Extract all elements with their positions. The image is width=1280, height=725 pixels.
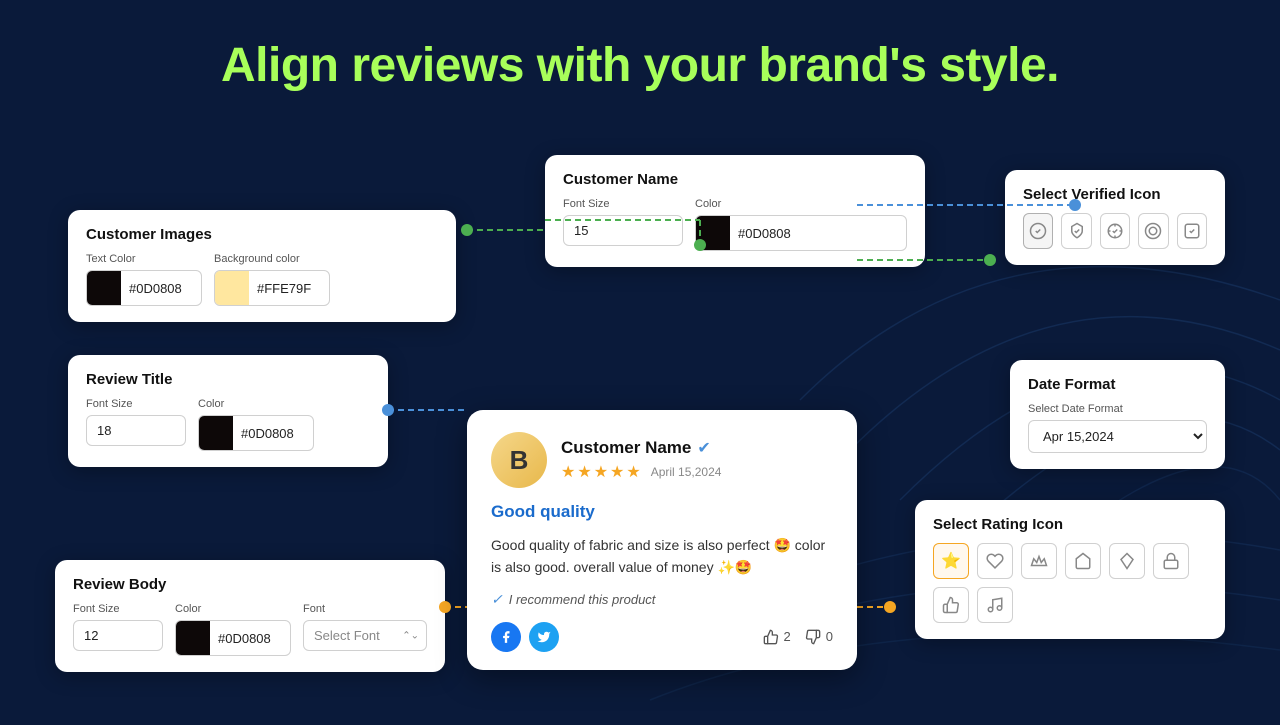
- review-meta: Customer Name ✔ ★ ★ ★ ★ ★ April 15,2024: [561, 438, 833, 482]
- font-select[interactable]: Select Font: [303, 620, 427, 651]
- main-heading: Align reviews with your brand's style.: [0, 38, 1280, 93]
- star-3: ★: [594, 462, 608, 482]
- panel-verified-icon: Select Verified Icon: [1005, 170, 1225, 265]
- bg-color-input[interactable]: #FFE79F: [214, 270, 330, 306]
- customer-name-color-value: #0D0808: [730, 226, 850, 241]
- heading-plain: Align reviews with your: [221, 39, 758, 92]
- customer-name-font-size-input[interactable]: [563, 215, 683, 246]
- rating-icon-star[interactable]: ⭐: [933, 543, 969, 579]
- panel-customer-name: Customer Name Font Size Color #0D0808: [545, 155, 925, 267]
- customer-name-row: Customer Name ✔: [561, 438, 833, 458]
- like-count: 2: [784, 629, 791, 644]
- avatar-letter: B: [510, 445, 529, 476]
- panel-date-format: Date Format Select Date Format Apr 15,20…: [1010, 360, 1225, 469]
- text-color-input[interactable]: #0D0808: [86, 270, 202, 306]
- customer-name-color-label: Color: [695, 198, 907, 210]
- bg-color-label: Background color: [214, 253, 330, 265]
- panel-review-title: Review Title Font Size Color #0D0808: [68, 355, 388, 467]
- review-title-color-input[interactable]: #0D0808: [198, 415, 314, 451]
- like-button[interactable]: 2: [763, 629, 791, 645]
- date-format-select[interactable]: Apr 15,2024: [1028, 420, 1207, 453]
- bg-color-swatch[interactable]: [215, 271, 249, 305]
- review-title-text: Good quality: [491, 502, 833, 522]
- facebook-icon[interactable]: [491, 622, 521, 652]
- review-title-font-size-input[interactable]: [86, 415, 186, 446]
- customer-name-font-size-label: Font Size: [563, 198, 683, 210]
- rating-icon-diamond[interactable]: [1109, 543, 1145, 579]
- rating-icon-thumbs-up[interactable]: [933, 587, 969, 623]
- verified-icon-square-check[interactable]: [1177, 213, 1207, 249]
- panel-review-body: Review Body Font Size Color #0D0808 Font…: [55, 560, 445, 672]
- review-header: B Customer Name ✔ ★ ★ ★ ★ ★ April 15,202…: [491, 432, 833, 488]
- panel-customer-images: Customer Images Text Color #0D0808 Backg…: [68, 210, 456, 322]
- stars-date-row: ★ ★ ★ ★ ★ April 15,2024: [561, 462, 833, 482]
- review-body-color-input[interactable]: #0D0808: [175, 620, 291, 656]
- review-body-color-swatch[interactable]: [176, 621, 210, 655]
- rating-icon-crown[interactable]: [1021, 543, 1057, 579]
- star-5: ★: [626, 462, 640, 482]
- panel-rating-icon: Select Rating Icon ⭐: [915, 500, 1225, 639]
- bg-color-value: #FFE79F: [249, 281, 329, 296]
- main-area: Customer Images Text Color #0D0808 Backg…: [0, 140, 1280, 720]
- date-format-select-label: Select Date Format: [1028, 403, 1207, 415]
- review-title-color-swatch[interactable]: [199, 416, 233, 450]
- review-body-title: Review Body: [73, 576, 427, 593]
- font-select-wrapper[interactable]: Select Font: [303, 620, 427, 651]
- rating-icon-options: ⭐: [933, 543, 1207, 623]
- verified-icon-title: Select Verified Icon: [1023, 186, 1207, 203]
- text-color-value: #0D0808: [121, 281, 201, 296]
- review-title-color-label: Color: [198, 398, 314, 410]
- review-title-label: Review Title: [86, 371, 370, 388]
- verified-icon-shield[interactable]: [1061, 213, 1091, 249]
- verified-badge: ✔: [697, 438, 710, 458]
- review-footer: 2 0: [491, 622, 833, 652]
- rating-icon-home[interactable]: [1065, 543, 1101, 579]
- checkmark-icon: ✓: [491, 591, 503, 608]
- customer-name: Customer Name: [561, 438, 691, 458]
- review-body-font-label: Font: [303, 603, 427, 615]
- rating-icon-title: Select Rating Icon: [933, 516, 1207, 533]
- recommend-row: ✓ I recommend this product: [491, 591, 833, 608]
- heading-highlight: brand's style.: [758, 39, 1059, 92]
- star-4: ★: [610, 462, 624, 482]
- review-body-font-size-input[interactable]: [73, 620, 163, 651]
- customer-images-title: Customer Images: [86, 226, 438, 243]
- review-body-color-label: Color: [175, 603, 291, 615]
- review-title-color-value: #0D0808: [233, 426, 313, 441]
- date-format-title: Date Format: [1028, 376, 1207, 393]
- customer-name-title: Customer Name: [563, 171, 907, 188]
- dislike-count: 0: [826, 629, 833, 644]
- verified-icon-options: [1023, 213, 1207, 249]
- stars: ★ ★ ★ ★ ★: [561, 462, 641, 482]
- review-date: April 15,2024: [651, 465, 722, 479]
- text-color-swatch[interactable]: [87, 271, 121, 305]
- customer-name-color-input[interactable]: #0D0808: [695, 215, 907, 251]
- rating-icon-lock[interactable]: [1153, 543, 1189, 579]
- vote-row: 2 0: [763, 629, 833, 645]
- verified-icon-badge[interactable]: [1100, 213, 1130, 249]
- star-2: ★: [577, 462, 591, 482]
- rating-icon-music[interactable]: [977, 587, 1013, 623]
- verified-icon-circle-check[interactable]: [1023, 213, 1053, 249]
- review-title-font-size-label: Font Size: [86, 398, 186, 410]
- review-body-color-value: #0D0808: [210, 631, 290, 646]
- header: Align reviews with your brand's style.: [0, 0, 1280, 123]
- star-1: ★: [561, 462, 575, 482]
- review-body-text: Good quality of fabric and size is also …: [491, 534, 833, 579]
- dislike-button[interactable]: 0: [805, 629, 833, 645]
- review-card: B Customer Name ✔ ★ ★ ★ ★ ★ April 15,202…: [467, 410, 857, 670]
- social-icons: [491, 622, 559, 652]
- recommend-text: I recommend this product: [509, 592, 656, 607]
- review-body-font-size-label: Font Size: [73, 603, 163, 615]
- verified-icon-circle-outline[interactable]: [1138, 213, 1168, 249]
- avatar: B: [491, 432, 547, 488]
- twitter-icon[interactable]: [529, 622, 559, 652]
- text-color-label: Text Color: [86, 253, 202, 265]
- customer-name-color-swatch[interactable]: [696, 216, 730, 250]
- rating-icon-heart[interactable]: [977, 543, 1013, 579]
